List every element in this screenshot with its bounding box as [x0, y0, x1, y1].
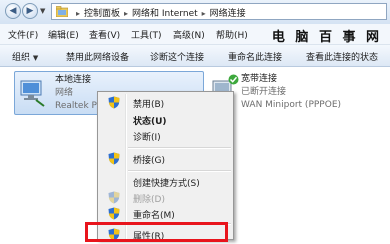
recent-pages-dropdown[interactable]: ▼ — [40, 7, 45, 15]
view-status-button[interactable]: 查看此连接的状态 — [306, 50, 378, 63]
uac-shield-icon — [108, 152, 120, 165]
properties-highlight-box — [85, 222, 228, 242]
back-arrow-icon: ◀ — [9, 6, 17, 16]
watermark-text: 电 脑 百 事 网 — [271, 30, 382, 45]
breadcrumb-network-connections[interactable]: 网络连接 — [210, 9, 246, 19]
menu-advanced[interactable]: 高级(N) — [173, 28, 205, 41]
organize-button[interactable]: 组织 ▼ — [12, 50, 38, 63]
uac-shield-icon — [108, 96, 120, 109]
command-toolbar: 组织 ▼ 禁用此网络设备 诊断这个连接 重命名此连接 查看此连接的状态 — [0, 45, 390, 67]
menu-edit[interactable]: 编辑(E) — [48, 28, 79, 41]
broadband-connection-device: WAN Miniport (PPPOE) — [241, 100, 342, 110]
breadcrumb-control-panel[interactable]: 控制面板 — [84, 9, 120, 19]
diagnose-button[interactable]: 诊断这个连接 — [150, 50, 204, 63]
menu-bar: 文件(F) 编辑(E) 查看(V) 工具(T) 高级(N) 帮助(H) 电 脑 … — [0, 24, 390, 45]
rename-button[interactable]: 重命名此连接 — [228, 50, 282, 63]
chevron-down-icon: ▼ — [32, 54, 39, 62]
connected-check-icon — [228, 74, 239, 85]
local-connection-name: 本地连接 — [55, 75, 92, 85]
chevron-right-icon[interactable]: ▸ — [76, 9, 80, 18]
menu-tools[interactable]: 工具(T) — [131, 28, 162, 41]
local-connection-status: 网络 — [55, 88, 74, 98]
breadcrumb-network-internet[interactable]: 网络和 Internet — [132, 9, 198, 19]
menu-file[interactable]: 文件(F) — [8, 28, 38, 41]
broadband-connection-name: 宽带连接 — [241, 74, 278, 84]
rename-label: 重命名(M) — [133, 211, 175, 221]
disable-device-button[interactable]: 禁用此网络设备 — [66, 50, 129, 63]
chevron-right-icon[interactable]: ▸ — [124, 9, 128, 18]
menu-view[interactable]: 查看(V) — [89, 28, 120, 41]
diagnose-label: 诊断(I) — [133, 133, 161, 143]
disable-label: 禁用(B) — [133, 100, 165, 110]
breadcrumb: ▸ 控制面板 ▸ 网络和 Internet ▸ 网络连接 — [72, 6, 246, 19]
uac-shield-icon — [108, 207, 120, 220]
uac-shield-disabled-icon — [108, 191, 120, 204]
chevron-right-icon[interactable]: ▸ — [202, 9, 206, 18]
address-bar[interactable]: ▸ 控制面板 ▸ 网络和 Internet ▸ 网络连接 — [51, 3, 387, 20]
menu-item-diagnose[interactable]: 诊断(I) — [100, 126, 231, 145]
back-button[interactable]: ◀ — [5, 3, 21, 19]
menu-item-rename[interactable]: 重命名(M) — [100, 204, 231, 223]
broadband-connection-status: 已断开连接 — [241, 87, 287, 97]
chevron-down-icon: ▼ — [40, 7, 46, 15]
organize-label: 组织 — [12, 53, 31, 63]
address-row: ◀ ▶ ▼ ▸ 控制面板 ▸ 网络和 Internet ▸ 网络连接 — [0, 0, 390, 24]
menu-help[interactable]: 帮助(H) — [216, 28, 248, 41]
bridge-label: 桥接(G) — [133, 156, 165, 166]
forward-button[interactable]: ▶ — [22, 3, 38, 19]
control-panel-icon — [56, 6, 68, 17]
network-adapter-icon — [20, 80, 45, 107]
forward-arrow-icon: ▶ — [26, 6, 34, 16]
context-menu: 禁用(B) 状态(U) 诊断(I) 桥接(G) 创建快捷方式(S) 删除(D) — [97, 91, 234, 242]
menu-item-bridge[interactable]: 桥接(G) — [100, 149, 231, 168]
